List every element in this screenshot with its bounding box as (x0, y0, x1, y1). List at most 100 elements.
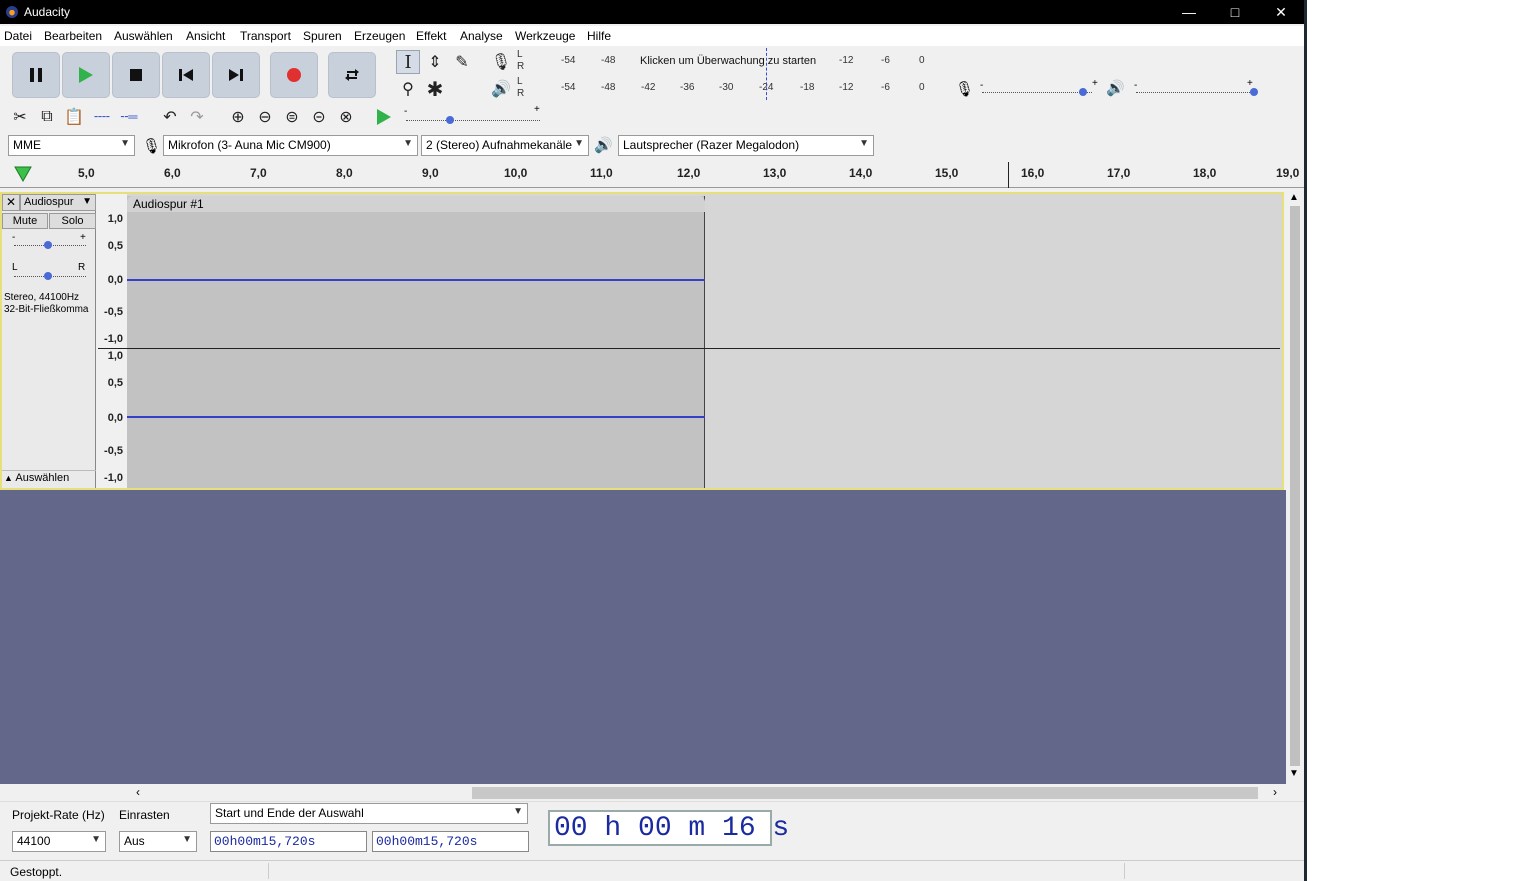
selection-tool-button[interactable]: I (396, 50, 420, 74)
pan-thumb[interactable] (44, 272, 52, 280)
close-button[interactable]: ✕ (1258, 0, 1304, 24)
menu-spuren[interactable]: Spuren (303, 29, 342, 43)
mute-label: Mute (12, 215, 38, 227)
playback-device-select[interactable]: Lautsprecher (Razer Megalodon) ▼ (618, 135, 874, 156)
selection-mode-select[interactable]: Start und Ende der Auswahl ▼ (210, 803, 528, 824)
menu-erzeugen[interactable]: Erzeugen (354, 29, 405, 43)
multi-tool-button[interactable]: ✱ (423, 77, 447, 101)
menu-datei[interactable]: Datei (4, 29, 32, 43)
play-speed-thumb[interactable] (446, 116, 454, 124)
empty-track-space[interactable] (0, 490, 1286, 784)
menu-transport[interactable]: Transport (240, 29, 291, 43)
menu-bar: Datei Bearbeiten Auswählen Ansicht Trans… (0, 26, 1304, 46)
ruler-label: 19,0 (1276, 166, 1300, 180)
redo-button[interactable]: ↷ (185, 105, 209, 129)
silence-button[interactable]: ╌═ (117, 105, 141, 129)
zoom-out-button[interactable]: ⊖ (253, 105, 277, 129)
pause-button[interactable] (12, 52, 60, 98)
cut-button[interactable]: ✂ (8, 105, 32, 129)
skip-to-end-button[interactable] (212, 52, 260, 98)
fit-selection-button[interactable]: ⊜ (280, 105, 304, 129)
audio-position-display[interactable]: 00 h 00 m 16 s (548, 810, 789, 846)
menu-ansicht[interactable]: Ansicht (186, 29, 225, 43)
close-track-button[interactable]: ✕ (2, 194, 20, 211)
scroll-left-icon[interactable]: ‹ (136, 785, 140, 799)
menu-werkzeuge[interactable]: Werkzeuge (515, 29, 575, 43)
zoom-toggle-icon: ⊗ (339, 109, 353, 126)
gain-thumb[interactable] (44, 241, 52, 249)
track-format: Stereo, 44100Hz (4, 292, 80, 303)
paste-button[interactable]: 📋 (62, 105, 86, 129)
play-volume-thumb[interactable] (1250, 88, 1258, 96)
ruler-label: 14,0 (849, 166, 873, 180)
clip-title-bar[interactable]: Audiospur #1 (127, 196, 705, 212)
scroll-right-icon[interactable]: › (1273, 785, 1277, 799)
scale-label: -1,0 (104, 333, 123, 345)
track-select-button[interactable]: ▲ Auswählen (2, 470, 96, 487)
menu-effekt[interactable]: Effekt (416, 29, 446, 43)
horizontal-scrollbar[interactable]: ‹ › (0, 784, 1286, 801)
playback-device-value: Lautsprecher (Razer Megalodon) (623, 138, 800, 152)
menu-analyse[interactable]: Analyse (460, 29, 503, 43)
stop-button[interactable] (112, 52, 160, 98)
undo-button[interactable]: ↶ (158, 105, 182, 129)
zoom-tool-button[interactable]: ⚲ (396, 77, 420, 101)
timeline-ruler[interactable]: 5,0 6,0 7,0 8,0 9,0 10,0 11,0 12,0 13,0 … (0, 160, 1304, 188)
copy-button[interactable]: ⧉ (35, 105, 59, 129)
trim-button[interactable]: ╌╌ (90, 105, 114, 129)
meter-tick: -18 (800, 82, 815, 93)
play-head-triangle-icon[interactable] (14, 166, 32, 182)
play-volume-slider[interactable] (1136, 92, 1254, 93)
vertical-scroll-thumb[interactable] (1290, 206, 1300, 766)
record-meter[interactable]: L R -54 -48 Klicken um Überwachung zu st… (517, 49, 927, 73)
fit-project-button[interactable]: ⊝ (307, 105, 331, 129)
record-meter-button[interactable]: 🎙 (489, 50, 513, 74)
track-menu-button[interactable]: Audiospur ▼ (20, 194, 96, 211)
menu-hilfe[interactable]: Hilfe (587, 29, 611, 43)
project-rate-select[interactable]: 44100 ▼ (12, 831, 106, 852)
rec-volume-thumb[interactable] (1079, 88, 1087, 96)
pause-icon (13, 53, 59, 97)
play-meter[interactable]: L R -54 -48 -42 -36 -30 -24 -18 -12 -6 0 (517, 76, 927, 100)
scale-label: 1,0 (107, 213, 123, 225)
record-button[interactable] (270, 52, 318, 98)
zoom-in-button[interactable]: ⊕ (226, 105, 250, 129)
recording-device-select[interactable]: Mikrofon (3- Auna Mic CM900) ▼ (163, 135, 418, 156)
desktop-edge (1304, 0, 1307, 881)
play-speed-slider[interactable] (406, 120, 540, 121)
chevron-down-icon: ▼ (513, 806, 523, 817)
scale-label: 0,5 (107, 240, 123, 252)
loop-button[interactable] (328, 52, 376, 98)
title-bar: Audacity — □ ✕ (0, 0, 1304, 24)
meter-tick: -42 (641, 82, 656, 93)
skip-to-start-button[interactable] (162, 52, 210, 98)
solo-button[interactable]: Solo (49, 213, 96, 229)
selection-end-time[interactable]: 00h00m15,720s (372, 831, 529, 852)
menu-auswaehlen[interactable]: Auswählen (114, 29, 173, 43)
scroll-down-icon[interactable]: ▼ (1289, 768, 1299, 779)
play-meter-button[interactable]: 🔊 (489, 77, 513, 101)
ruler-label: 11,0 (590, 166, 613, 180)
mute-button[interactable]: Mute (2, 213, 48, 229)
play-at-speed-button[interactable] (372, 105, 396, 129)
draw-tool-button[interactable]: ✎ (450, 50, 474, 74)
minimize-button[interactable]: — (1166, 0, 1212, 24)
recording-channels-select[interactable]: 2 (Stereo) Aufnahmekanäle ▼ (421, 135, 589, 156)
record-icon (271, 53, 317, 97)
play-button[interactable] (62, 52, 110, 98)
envelope-tool-button[interactable]: ⇕ (423, 50, 447, 74)
rec-volume-slider[interactable] (982, 92, 1092, 93)
vertical-scrollbar[interactable]: ▲ ▼ (1286, 190, 1304, 784)
zoom-toggle-button[interactable]: ⊗ (334, 105, 358, 129)
audio-clip[interactable] (127, 196, 705, 488)
selection-start-time[interactable]: 00h00m15,720s (210, 831, 367, 852)
horizontal-scroll-thumb[interactable] (472, 787, 1258, 799)
menu-bearbeiten[interactable]: Bearbeiten (44, 29, 102, 43)
snap-select[interactable]: Aus ▼ (119, 831, 197, 852)
scroll-up-icon[interactable]: ▲ (1289, 192, 1299, 203)
maximize-button[interactable]: □ (1212, 0, 1258, 24)
chevron-down-icon: ▼ (403, 138, 413, 149)
project-rate-label: Projekt-Rate (Hz) (12, 808, 105, 822)
audio-host-select[interactable]: MME ▼ (8, 135, 135, 156)
close-icon: ✕ (5, 195, 17, 209)
